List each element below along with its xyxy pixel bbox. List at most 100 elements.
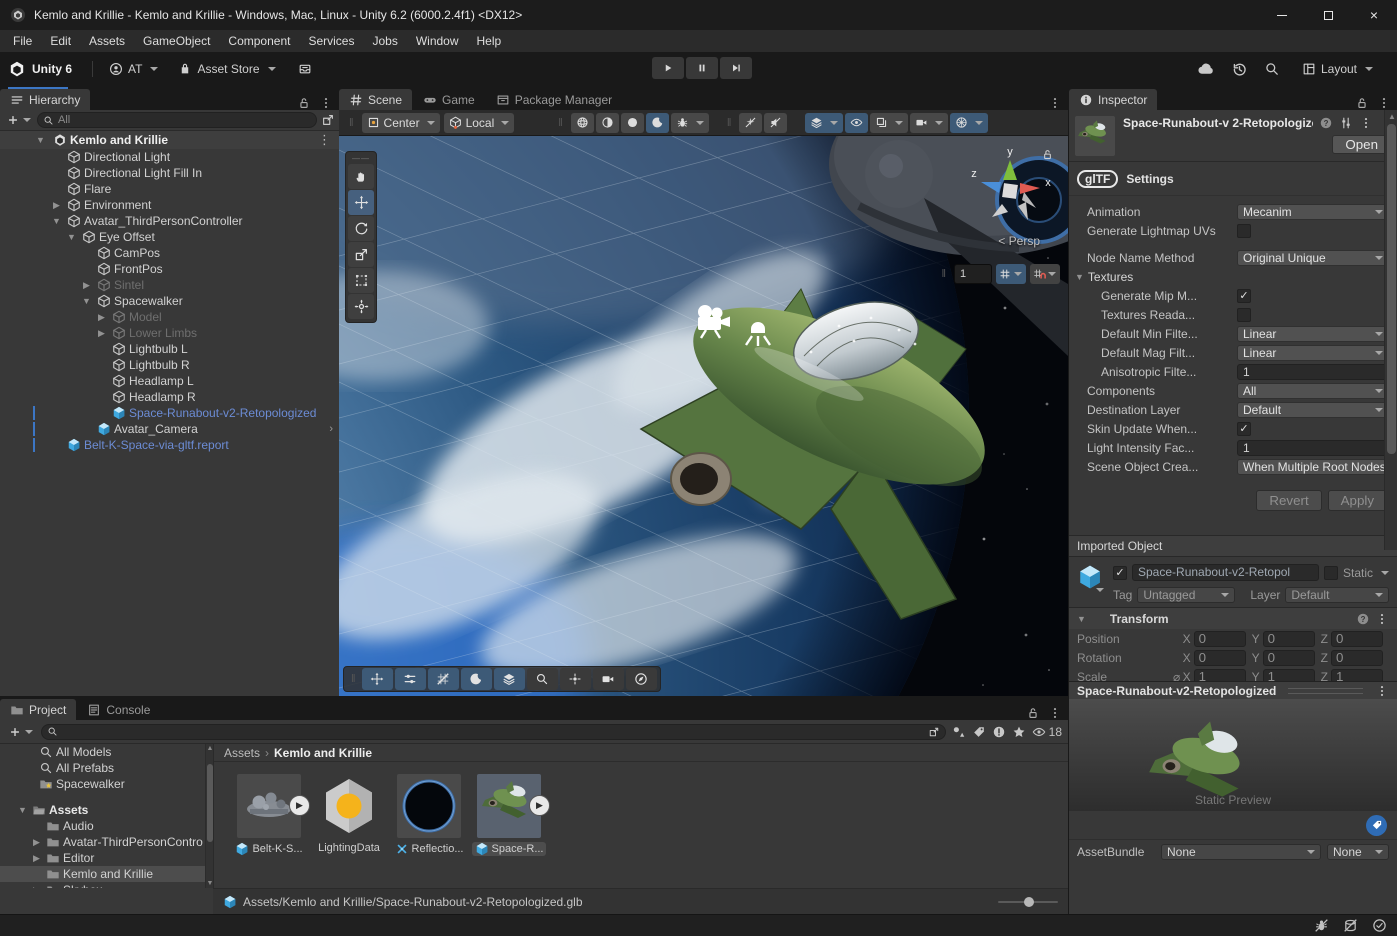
open-in-new-icon[interactable] bbox=[321, 113, 335, 127]
hierarchy-item-eye-offset[interactable]: ▼Eye Offset bbox=[0, 229, 339, 245]
scene-kebab-icon[interactable]: ⋮ bbox=[318, 132, 339, 148]
rotate-tool-button[interactable] bbox=[348, 216, 374, 241]
menu-window[interactable]: Window bbox=[407, 30, 468, 52]
hierarchy-item-sintel[interactable]: ▶Sintel bbox=[0, 277, 339, 293]
kebab-menu-icon[interactable] bbox=[1359, 116, 1373, 130]
scene-toolbar-sphere-solid-button[interactable] bbox=[621, 113, 644, 133]
asset-reflectio[interactable]: Reflectio... bbox=[390, 774, 468, 856]
overlay-drag-handle[interactable]: ‖ bbox=[941, 268, 946, 280]
transform-rotation-y-field[interactable] bbox=[1263, 650, 1315, 666]
hierarchy-item-headlamp-r[interactable]: Headlamp R bbox=[0, 389, 339, 405]
setting-skin-update-when-checkbox[interactable]: ✓ bbox=[1237, 422, 1251, 436]
hierarchy-item-flare[interactable]: Flare bbox=[0, 181, 339, 197]
foldout-arrow[interactable]: ▶ bbox=[30, 853, 43, 864]
transform-scale-x-field[interactable] bbox=[1194, 669, 1246, 682]
handle-space-dropdown[interactable]: Local bbox=[444, 113, 515, 133]
rect-tool-button[interactable] bbox=[348, 268, 374, 293]
preview-header[interactable]: Space-Runabout-v2-Retopologized bbox=[1069, 681, 1397, 699]
breadcrumb-root[interactable]: Assets bbox=[224, 746, 260, 760]
link-scale-icon[interactable]: ⌀ bbox=[1173, 670, 1183, 682]
light-gizmo-icon[interactable] bbox=[743, 319, 773, 351]
play-button[interactable] bbox=[652, 57, 684, 79]
inspector-scrollbar[interactable]: ▲ bbox=[1384, 110, 1397, 550]
active-checkbox[interactable]: ✓ bbox=[1113, 566, 1127, 580]
close-button[interactable]: × bbox=[1351, 0, 1397, 30]
foldout-arrow[interactable]: ▼ bbox=[16, 805, 29, 815]
hierarchy-item-headlamp-l[interactable]: Headlamp L bbox=[0, 373, 339, 389]
camera-gizmo-icon[interactable] bbox=[694, 304, 738, 340]
hierarchy-search-input[interactable] bbox=[58, 114, 311, 126]
scene-toolbar-videocam-button[interactable] bbox=[910, 113, 948, 133]
asset-thumbnail[interactable] bbox=[397, 774, 461, 838]
open-in-new-icon[interactable] bbox=[928, 726, 940, 738]
setting-anisotropic-filte-field[interactable] bbox=[1237, 364, 1397, 380]
breadcrumb-current[interactable]: Kemlo and Krillie bbox=[274, 746, 372, 760]
transform-scale-z-field[interactable] bbox=[1331, 669, 1383, 682]
perspective-label[interactable]: < Persp bbox=[998, 234, 1040, 248]
filter-by-label-icon[interactable] bbox=[972, 725, 986, 739]
thumbnail-size-slider[interactable] bbox=[998, 901, 1058, 903]
revert-button[interactable]: Revert bbox=[1256, 490, 1321, 511]
hierarchy-item-directional-light[interactable]: Directional Light bbox=[0, 149, 339, 165]
account-dropdown[interactable]: AT bbox=[103, 59, 164, 79]
progress-check-icon[interactable] bbox=[1372, 918, 1387, 933]
scene-toolbar-crescent-button[interactable] bbox=[646, 113, 669, 133]
scene-header-row[interactable]: ▼ Kemlo and Krillie ⋮ bbox=[0, 131, 339, 149]
hierarchy-item-lower-limbs[interactable]: ▶Lower Limbs bbox=[0, 325, 339, 341]
asset-thumbnail[interactable] bbox=[317, 774, 381, 838]
grid-size-field[interactable] bbox=[954, 264, 992, 284]
hierarchy-item-space-runabout-v2-retopologized[interactable]: Space-Runabout-v2-Retopologized bbox=[0, 405, 339, 421]
gizmo-lock-icon[interactable] bbox=[1041, 148, 1054, 161]
setting-animation-dropdown[interactable]: Mecanim bbox=[1237, 204, 1389, 220]
tab-scene[interactable]: Scene bbox=[339, 89, 412, 110]
overlay-drag-handle[interactable]: —— bbox=[348, 154, 374, 163]
menu-assets[interactable]: Assets bbox=[80, 30, 134, 52]
foldout-arrow[interactable]: ▶ bbox=[94, 328, 109, 339]
favorites-star-icon[interactable] bbox=[1012, 725, 1026, 739]
hierarchy-item-spacewalker[interactable]: ▼Spacewalker bbox=[0, 293, 339, 309]
hierarchy-item-frontpos[interactable]: FrontPos bbox=[0, 261, 339, 277]
menu-component[interactable]: Component bbox=[219, 30, 299, 52]
project-folder-assets[interactable]: ▼Assets bbox=[0, 802, 205, 818]
scene-toolbar-sphere-wire-button[interactable] bbox=[571, 113, 594, 133]
transform-rotation-x-field[interactable] bbox=[1194, 650, 1246, 666]
presets-icon[interactable] bbox=[1339, 116, 1353, 130]
project-search-input[interactable] bbox=[62, 726, 924, 738]
overlay-grid-off-button[interactable] bbox=[428, 668, 459, 690]
setting-node-name-method-dropdown[interactable]: Original Unique bbox=[1237, 250, 1389, 266]
tab-project[interactable]: Project bbox=[0, 699, 76, 720]
foldout-arrow[interactable]: ▼ bbox=[79, 296, 94, 306]
tag-dropdown[interactable]: Untagged bbox=[1137, 587, 1235, 603]
filter-by-type-icon[interactable] bbox=[952, 725, 966, 739]
minimize-button[interactable] bbox=[1259, 0, 1305, 30]
assetbundle-dropdown[interactable]: None bbox=[1161, 844, 1321, 860]
layer-dropdown[interactable]: Default bbox=[1285, 587, 1389, 603]
create-asset-button[interactable] bbox=[6, 725, 35, 739]
kebab-menu-icon[interactable] bbox=[1377, 96, 1391, 110]
kebab-menu-icon[interactable] bbox=[1048, 706, 1062, 720]
tab-game[interactable]: Game bbox=[413, 89, 485, 110]
project-folder-all-models[interactable]: All Models bbox=[0, 744, 205, 760]
hierarchy-item-campos[interactable]: CamPos bbox=[0, 245, 339, 261]
transform-component-header[interactable]: ▼ Transform ? bbox=[1069, 607, 1397, 629]
scene-toolbar-layers-button[interactable] bbox=[805, 113, 843, 133]
project-folder-spacewalker[interactable]: Spacewalker bbox=[0, 776, 205, 792]
overlay-search-button[interactable] bbox=[527, 668, 558, 690]
tab-inspector[interactable]: Inspector bbox=[1069, 89, 1157, 110]
kebab-menu-icon[interactable] bbox=[1048, 96, 1062, 110]
project-search[interactable] bbox=[41, 724, 946, 740]
overlay-target-button[interactable] bbox=[560, 668, 591, 690]
project-tree-scrollbar[interactable]: ▲ ▼ bbox=[205, 744, 213, 888]
asset-space-r[interactable]: ▶Space-R... bbox=[470, 774, 548, 856]
import-log-icon[interactable] bbox=[992, 725, 1006, 739]
transform-scale-y-field[interactable] bbox=[1263, 669, 1315, 682]
gameobject-name-field[interactable]: Space-Runabout-v2-Retopol bbox=[1132, 564, 1319, 581]
scene-toolbar-fx-off-button[interactable] bbox=[739, 113, 762, 133]
setting-light-intensity-fac-field[interactable] bbox=[1237, 440, 1397, 456]
setting-generate-mip-m-checkbox[interactable]: ✓ bbox=[1237, 289, 1251, 303]
foldout-arrow[interactable]: ▶ bbox=[30, 837, 43, 848]
hierarchy-item-belt-k-space-via-gltf-report[interactable]: Belt-K-Space-via-gltf.report bbox=[0, 437, 339, 453]
static-checkbox[interactable] bbox=[1324, 566, 1338, 580]
foldout-arrow[interactable]: ▼ bbox=[64, 232, 79, 242]
scene-toolbar-audio-off-button[interactable] bbox=[764, 113, 787, 133]
